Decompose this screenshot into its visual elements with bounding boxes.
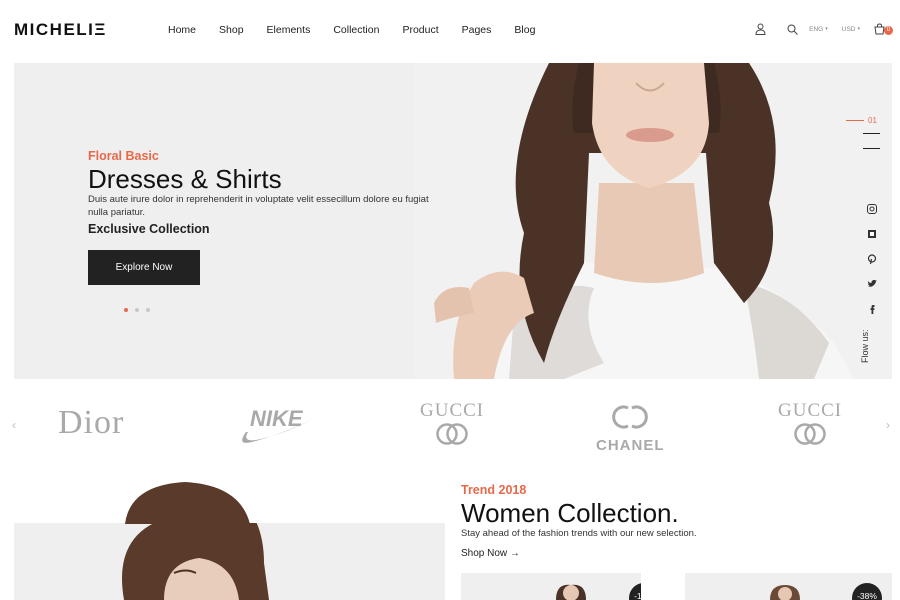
currency-selector[interactable]: USD ▾	[842, 26, 860, 33]
slide-number-line	[846, 120, 864, 121]
cart-button[interactable]: 0	[874, 22, 893, 36]
chevron-down-icon: ▾	[857, 26, 860, 32]
shop-now-link[interactable]: Shop Now →	[461, 548, 520, 559]
brand-carousel: ‹ Dior NIKE GUCCI CHANEL GUCCI ›	[0, 390, 900, 460]
instagram-icon[interactable]	[866, 203, 877, 214]
twitter-icon[interactable]	[866, 278, 877, 289]
facebook-icon[interactable]	[866, 303, 877, 314]
chevron-down-icon: ▾	[825, 26, 828, 32]
hero-description: Duis aute irure dolor in reprehenderit i…	[88, 194, 429, 218]
chanel-emblem-icon	[612, 405, 649, 429]
product-card[interactable]: -38%	[685, 573, 892, 600]
follow-us-label: Flow us:	[860, 329, 890, 373]
brand-logo-gucci-2[interactable]: GUCCI	[778, 400, 842, 452]
nav-item-home[interactable]: Home	[168, 24, 196, 36]
slide-number-value: 01	[868, 116, 877, 125]
brand-chanel-text: CHANEL	[596, 437, 665, 454]
brand-gucci-text: GUCCI	[420, 400, 485, 421]
nav-item-blog[interactable]: Blog	[514, 24, 535, 36]
search-icon[interactable]	[785, 22, 799, 36]
dribbble-icon[interactable]	[866, 228, 877, 239]
gucci-emblem-icon	[436, 423, 468, 445]
brand-logo-dior[interactable]: Dior	[58, 404, 124, 442]
nav-item-shop[interactable]: Shop	[219, 24, 244, 36]
product-image	[556, 584, 586, 600]
hero-subtitle: Floral Basic	[88, 149, 159, 163]
chevron-left-icon[interactable]: ‹	[12, 418, 16, 432]
currency-value: USD	[841, 25, 856, 33]
brand-logo-chanel[interactable]: CHANEL	[596, 404, 665, 454]
site-logo[interactable]: MICHELIΞ	[14, 20, 107, 40]
slide-number: 01	[846, 116, 877, 125]
explore-now-button[interactable]: Explore Now	[88, 250, 200, 285]
hero-collection-label: Exclusive Collection	[88, 222, 210, 236]
collection-model-image	[14, 523, 445, 600]
slider-dots	[124, 308, 157, 312]
nav-item-elements[interactable]: Elements	[267, 24, 311, 36]
nav-item-pages[interactable]: Pages	[462, 24, 492, 36]
svg-text:NIKE: NIKE	[250, 406, 304, 431]
gucci-emblem-icon	[794, 423, 826, 445]
nav-item-product[interactable]: Product	[402, 24, 438, 36]
slider-dot-2[interactable]	[135, 308, 139, 312]
social-links	[866, 203, 877, 328]
brand-logo-nike[interactable]: NIKE	[236, 402, 314, 453]
trend-subtitle: Trend 2018	[461, 483, 527, 497]
nav-item-collection[interactable]: Collection	[333, 24, 379, 36]
trend-title: Women Collection.	[461, 498, 679, 528]
trend-description: Stay ahead of the fashion trends with ou…	[461, 528, 697, 539]
shop-now-label: Shop Now	[461, 548, 508, 559]
language-value: ENG	[809, 25, 824, 33]
language-selector[interactable]: ENG ▾	[809, 26, 828, 33]
hero-title: Dresses & Shirts	[88, 164, 282, 194]
brand-logo-gucci[interactable]: GUCCI	[420, 400, 484, 452]
arrow-right-icon: →	[509, 548, 520, 559]
brand-gucci-text: GUCCI	[778, 400, 843, 421]
hero-model-image	[414, 63, 892, 379]
slider-dot-3[interactable]	[146, 308, 150, 312]
main-nav: Home Shop Elements Collection Product Pa…	[168, 24, 558, 36]
follow-us-text: Flow us:	[860, 329, 870, 363]
user-icon[interactable]	[753, 22, 767, 36]
side-menu-toggle[interactable]	[863, 133, 880, 163]
cart-count-badge: 0	[884, 26, 893, 35]
slider-dot-1[interactable]	[124, 308, 128, 312]
product-card[interactable]: -15%	[461, 573, 641, 600]
collection-model-hair	[125, 482, 250, 524]
chevron-right-icon[interactable]: ›	[886, 418, 890, 432]
site-header: MICHELIΞ Home Shop Elements Collection P…	[0, 0, 900, 62]
hero-slider: Floral Basic Dresses & Shirts Duis aute …	[14, 63, 892, 379]
pinterest-icon[interactable]	[866, 253, 877, 264]
header-actions: ENG ▾ USD ▾ 0	[743, 22, 893, 36]
